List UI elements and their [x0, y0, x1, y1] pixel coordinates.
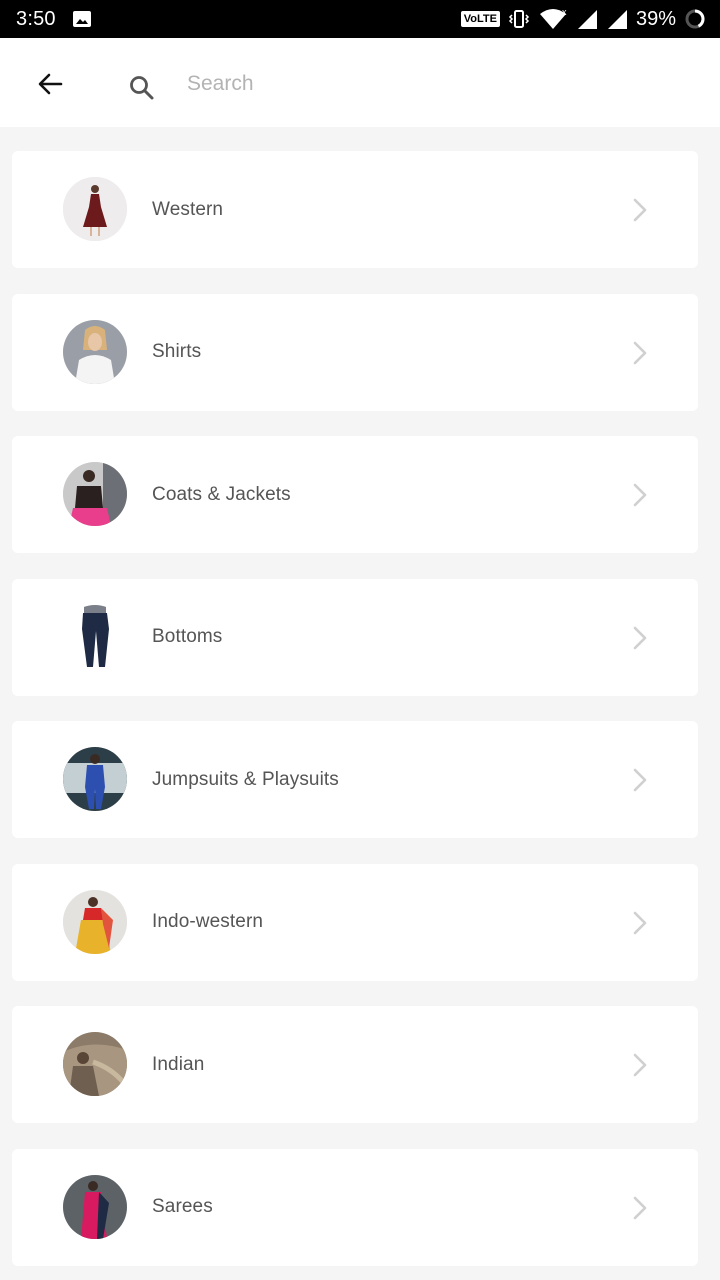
chevron-right-icon [630, 1050, 650, 1080]
status-left: 3:50 [16, 8, 92, 31]
back-button[interactable] [26, 60, 74, 108]
signal-icon [576, 8, 598, 30]
search-input[interactable] [187, 64, 687, 104]
status-bar: 3:50 VoLTE x 39% [0, 0, 720, 38]
jumpsuit-thumbnail [63, 747, 127, 811]
chevron-right-icon [630, 338, 650, 368]
jeans-thumbnail [63, 604, 127, 669]
category-item-coats-jackets[interactable]: Coats & Jackets [12, 436, 698, 553]
category-item-shirts[interactable]: Shirts [12, 293, 698, 411]
chevron-right-icon [630, 765, 650, 795]
category-label: Indian [152, 1053, 205, 1075]
saree-thumbnail [63, 1174, 127, 1239]
category-item-western[interactable]: Western [12, 151, 698, 268]
back-arrow-icon [38, 73, 63, 95]
category-label: Western [152, 198, 224, 220]
battery-circle-icon [684, 8, 706, 30]
category-label: Bottoms [152, 626, 223, 647]
category-item-indian[interactable]: Indian [12, 1006, 698, 1123]
chevron-right-icon [630, 908, 650, 938]
category-label: Coats & Jackets [152, 483, 291, 505]
chevron-right-icon [630, 1193, 650, 1223]
battery-percent: 39% [635, 7, 676, 30]
vibrate-icon [508, 8, 530, 30]
status-time: 3:50 [16, 7, 56, 30]
signal-icon-2 [606, 8, 628, 30]
search-icon [122, 68, 162, 108]
category-item-sarees[interactable]: Sarees [12, 1148, 698, 1266]
category-item-indo-western[interactable]: Indo-western [12, 863, 698, 981]
chevron-right-icon [630, 195, 650, 225]
category-label: Indo-western [152, 911, 264, 932]
volte-badge: VoLTE [460, 11, 500, 27]
chevron-right-icon [630, 623, 650, 653]
category-item-bottoms[interactable]: Bottoms [12, 578, 698, 696]
category-label: Shirts [152, 341, 202, 362]
indo-western-thumbnail [63, 889, 127, 954]
category-list: Western Shirts Coats & Jackets Bottoms J… [12, 151, 698, 1280]
category-label: Jumpsuits & Playsuits [152, 768, 339, 790]
category-label: Sarees [152, 1196, 213, 1217]
shirt-thumbnail [63, 319, 127, 384]
svg-text:x: x [562, 8, 567, 17]
western-dress-thumbnail [63, 177, 127, 241]
search-header [0, 38, 720, 127]
chevron-right-icon [630, 480, 650, 510]
wifi-icon: x [538, 8, 568, 30]
image-icon [72, 10, 92, 28]
coat-thumbnail [63, 462, 127, 526]
status-right: VoLTE x 39% [460, 7, 706, 31]
indian-thumbnail [63, 1032, 127, 1096]
category-item-jumpsuits[interactable]: Jumpsuits & Playsuits [12, 721, 698, 838]
